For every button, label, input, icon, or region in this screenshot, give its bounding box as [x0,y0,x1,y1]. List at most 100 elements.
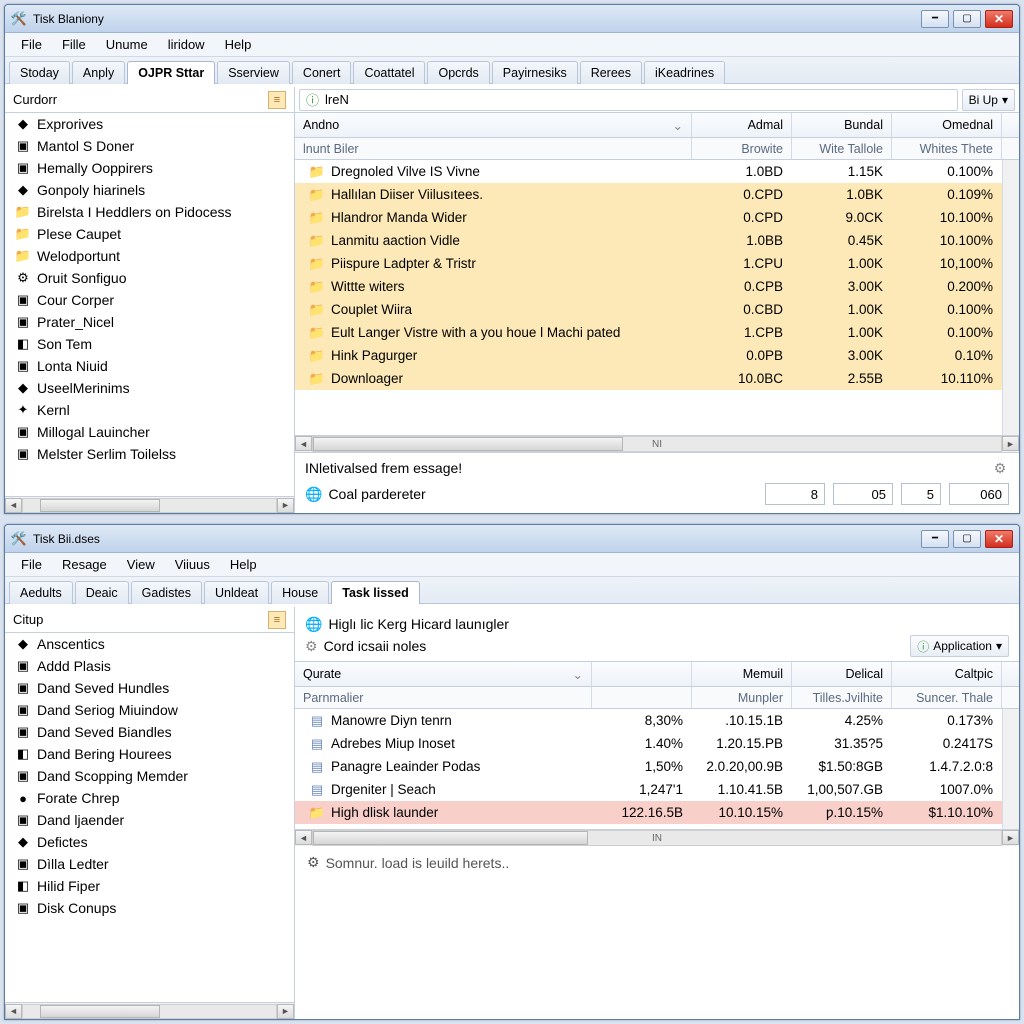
menu-file[interactable]: File [11,554,52,575]
sidebar-item[interactable]: ▣Dand ljaender [5,809,294,831]
sidebar-item[interactable]: ▣Melster Serlim Toilelss [5,443,294,465]
tab-9[interactable]: iKeadrines [644,61,725,84]
tab-0[interactable]: Aedults [9,581,73,604]
menu-file[interactable]: File [11,34,52,55]
menu-help[interactable]: Help [220,554,267,575]
maximize-button[interactable]: ▢ [953,530,981,548]
sidebar-toggle-icon[interactable]: ≡ [268,611,286,629]
tab-4[interactable]: House [271,581,329,604]
sidebar-item[interactable]: ▣Cour Corper [5,289,294,311]
sidebar-item[interactable]: ◆UseelMerinims [5,377,294,399]
column-headers[interactable]: Andno ⌄AdmalBundalOmednal [295,113,1019,138]
sidebar-item[interactable]: 📁Birelsta I Heddlers on Pidocess [5,201,294,223]
tab-5[interactable]: Task lissed [331,581,419,604]
menu-unume[interactable]: Unume [96,34,158,55]
table-row[interactable]: 📁Piispure Ladpter & Tristr1.CPU1.00K10,1… [295,252,1002,275]
table-row[interactable]: 📁Eult Langer Vistre with a you houe l Ma… [295,321,1002,344]
tab-0[interactable]: Stoday [9,61,70,84]
gear-icon[interactable]: ⚙ [991,459,1009,477]
sidebar-hscroll[interactable]: ◄ ► [5,496,294,513]
maximize-button[interactable]: ▢ [953,10,981,28]
table-row[interactable]: 📁Lanmitu aaction Vidle1.0BB0.45K10.100% [295,229,1002,252]
menu-view[interactable]: View [117,554,165,575]
minimize-button[interactable]: ━ [921,530,949,548]
field-1[interactable] [765,483,825,505]
column-headers[interactable]: Qurate ⌄MemuilDelicalCaltpic [295,662,1019,687]
column-header[interactable]: Omednal [892,113,1002,137]
sidebar-item[interactable]: ▣Dand Scopping Memder [5,765,294,787]
tab-4[interactable]: Conert [292,61,352,84]
field-3[interactable] [901,483,941,505]
column-header[interactable]: Delical [792,662,892,686]
sidebar-list[interactable]: ◆Exprorives▣Mantol S Doner▣Hemally Ooppi… [5,113,294,496]
tab-2[interactable]: Gadistes [131,581,202,604]
up-button[interactable]: Bi Up ▾ [962,89,1015,111]
vertical-scrollbar[interactable] [1002,160,1019,435]
scroll-right-icon[interactable]: ► [277,498,294,513]
sidebar-item[interactable]: 📁Plese Caupet [5,223,294,245]
sidebar-item[interactable]: ▣Disk Conups [5,897,294,919]
column-header[interactable] [592,662,692,686]
sidebar-item[interactable]: ◆Defictes [5,831,294,853]
menu-resage[interactable]: Resage [52,554,117,575]
close-button[interactable]: ✕ [985,530,1013,548]
sidebar-item[interactable]: ▣Millogal Lauincher [5,421,294,443]
sidebar-item[interactable]: ◆Exprorives [5,113,294,135]
sidebar-item[interactable]: ▣Addd Plasis [5,655,294,677]
application-dropdown[interactable]: ⓘ Application ▾ [910,635,1009,657]
tab-1[interactable]: Anply [72,61,125,84]
tab-8[interactable]: Rerees [580,61,642,84]
field-4[interactable] [949,483,1009,505]
column-header[interactable]: Admal [692,113,792,137]
table-row[interactable]: 📁Downloager10.0BC2.55B10.110% [295,367,1002,390]
sidebar-item[interactable]: ✦Kernl [5,399,294,421]
column-header[interactable]: Andno ⌄ [295,113,692,137]
tab-3[interactable]: Sserview [217,61,290,84]
grid-hscroll[interactable]: ◄ IN ► [295,829,1019,846]
table-row[interactable]: 📁Hlandror Manda Wider0.CPD9.0CK10.100% [295,206,1002,229]
grid-hscroll[interactable]: ◄ NI ► [295,435,1019,452]
menu-viiuus[interactable]: Viiuus [165,554,220,575]
sidebar-toggle-icon[interactable]: ≡ [268,91,286,109]
tab-2[interactable]: OJPR Sttar [127,61,215,84]
scroll-right-icon[interactable]: ► [1002,830,1019,845]
close-button[interactable]: ✕ [985,10,1013,28]
tab-1[interactable]: Deaic [75,581,129,604]
column-header[interactable]: Caltpic [892,662,1002,686]
sidebar-item[interactable]: ◆Anscentics [5,633,294,655]
scroll-right-icon[interactable]: ► [277,1004,294,1019]
scroll-thumb[interactable] [40,499,160,512]
tab-6[interactable]: Opcrds [427,61,489,84]
sidebar-item[interactable]: ▣Hemally Ooppirers [5,157,294,179]
scroll-thumb[interactable] [313,831,588,845]
sidebar-item[interactable]: ▣Dìlla Ledter [5,853,294,875]
minimize-button[interactable]: ━ [921,10,949,28]
tab-7[interactable]: Payirnesiks [492,61,578,84]
column-header[interactable]: Qurate ⌄ [295,662,592,686]
scroll-right-icon[interactable]: ► [1002,436,1019,451]
scroll-left-icon[interactable]: ◄ [295,436,312,451]
table-row[interactable]: 📁Wittte witers0.CPB3.00K0.200% [295,275,1002,298]
menu-fille[interactable]: Fille [52,34,96,55]
rows-container[interactable]: 📁Dregnoled Vilve IS Vivne1.0BD1.15K0.100… [295,160,1002,435]
scroll-left-icon[interactable]: ◄ [5,1004,22,1019]
sidebar-item[interactable]: ▣Prater_Nicel [5,311,294,333]
sidebar-item[interactable]: ●Forate Chrep [5,787,294,809]
table-row[interactable]: ▤Adrebes Miup Inoset1.40%1.20.15.PB31.35… [295,732,1002,755]
rows-container[interactable]: ▤Manowre Diyn tenrn8,30%.10.15.1B4.25%0.… [295,709,1002,829]
table-row[interactable]: 📁Couplet Wiira0.CBD1.00K0.100% [295,298,1002,321]
table-row[interactable]: ▤Drgeniter | Seach1,247'11.10.41.5B1,00,… [295,778,1002,801]
titlebar[interactable]: 🛠️ Tisk Blaniony ━ ▢ ✕ [5,5,1019,33]
table-row[interactable]: ▤Panagre Leainder Podas1,50%2.0.20,00.9B… [295,755,1002,778]
table-row[interactable]: 📁Dregnoled Vilve IS Vivne1.0BD1.15K0.100… [295,160,1002,183]
scroll-left-icon[interactable]: ◄ [5,498,22,513]
scroll-left-icon[interactable]: ◄ [295,830,312,845]
menu-help[interactable]: Help [215,34,262,55]
tab-3[interactable]: Unldeat [204,581,269,604]
sidebar-item[interactable]: ▣Lonta Niuid [5,355,294,377]
address-field[interactable]: ⓘ lreN [299,89,958,111]
sidebar-item[interactable]: ◧Dand Bering Hourees [5,743,294,765]
table-row[interactable]: 📁Hink Pagurger0.0PB3.00K0.10% [295,344,1002,367]
sidebar-item[interactable]: ◧Son Tem [5,333,294,355]
scroll-thumb[interactable] [313,437,623,451]
